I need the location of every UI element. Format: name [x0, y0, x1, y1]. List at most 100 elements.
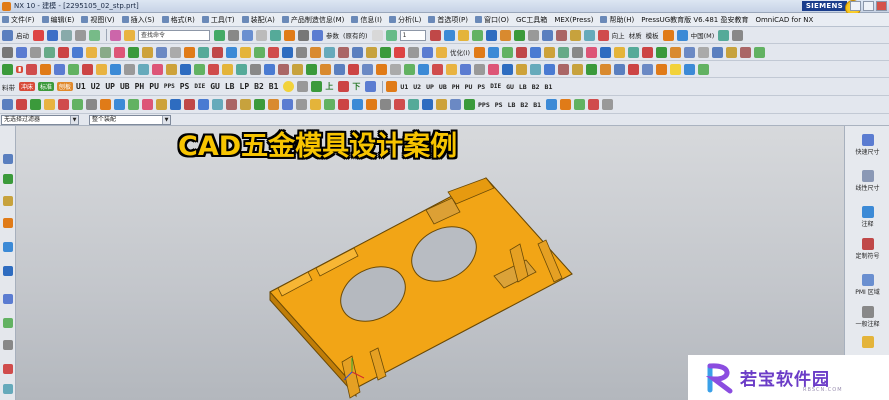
code-gu-b[interactable]: GU — [506, 83, 514, 91]
electrode-icon[interactable] — [394, 99, 405, 110]
assembly-navigator-icon[interactable] — [3, 174, 13, 184]
menu-pressug[interactable]: PressUG教育版 V6.481 盈安教育 — [641, 15, 748, 25]
pocket-cut-icon[interactable] — [296, 99, 307, 110]
fit-icon[interactable] — [485, 29, 497, 41]
bridge-icon[interactable] — [128, 46, 139, 58]
interference-icon[interactable] — [712, 46, 723, 58]
spline-icon[interactable] — [44, 46, 55, 58]
spring-icon[interactable] — [250, 63, 262, 75]
extrude-icon[interactable] — [312, 29, 323, 41]
code-ub[interactable]: UB — [120, 82, 130, 91]
sweep-icon[interactable] — [198, 46, 209, 58]
code-die[interactable]: DIE — [194, 83, 205, 90]
code-lb[interactable]: LB — [225, 82, 235, 91]
linear-dimension-button[interactable]: 线性尺寸 — [845, 170, 889, 192]
code-ps-c[interactable]: PS — [495, 101, 503, 109]
std-lib-icon[interactable] — [380, 99, 391, 110]
strip-part-icon[interactable] — [386, 81, 398, 92]
plate-setup-icon[interactable] — [2, 99, 13, 110]
shrink-icon[interactable] — [310, 99, 321, 110]
menu-edit[interactable]: 编辑(E) — [41, 15, 74, 25]
pmi-region-button[interactable]: PMI 区域 — [845, 274, 889, 296]
punch-chip[interactable]: 冲床 — [19, 82, 36, 91]
type-filter-select[interactable]: 无选择过滤器 ▼ — [1, 114, 79, 125]
nc-icon[interactable] — [418, 63, 430, 75]
analyze-icon[interactable] — [614, 46, 625, 58]
code-b2-b[interactable]: B2 — [532, 83, 540, 91]
menu-omnicad[interactable]: OmniCAD for NX — [755, 16, 813, 24]
project-icon[interactable] — [114, 46, 125, 58]
reflection-icon[interactable] — [656, 46, 667, 58]
close-part-icon[interactable] — [628, 63, 640, 75]
replace-face-icon[interactable] — [516, 46, 527, 58]
assembly-drawing-icon[interactable] — [450, 99, 461, 110]
up-label[interactable]: 向上 — [612, 30, 625, 40]
lower-die-icon[interactable] — [30, 99, 41, 110]
custom-symbol-button[interactable]: 定制符号 — [845, 238, 889, 260]
rapid-dimension-button[interactable]: 快速尺寸 — [845, 134, 889, 156]
code-ub-b[interactable]: UB — [439, 83, 447, 91]
code-ph-b[interactable]: PH — [452, 83, 460, 91]
code-pps-c[interactable]: PPS — [478, 101, 490, 109]
strip-layout-icon[interactable] — [2, 63, 13, 75]
record-icon[interactable] — [33, 29, 44, 41]
sketch-icon[interactable] — [298, 29, 309, 41]
gear-icon[interactable] — [86, 99, 97, 110]
pattern-icon[interactable] — [282, 46, 293, 58]
help-navigator-icon[interactable] — [3, 384, 13, 394]
show-icon[interactable] — [569, 29, 581, 41]
menu-info[interactable]: 信息(I) — [351, 15, 382, 25]
thickness-icon[interactable] — [698, 46, 709, 58]
arc-tool-icon[interactable] — [16, 46, 27, 58]
punch-holder-icon[interactable] — [194, 63, 206, 75]
guide-post-icon[interactable] — [236, 63, 248, 75]
line-icon[interactable] — [242, 29, 253, 41]
maximize-button[interactable] — [863, 1, 874, 11]
drawing-icon[interactable] — [376, 63, 388, 75]
sew-icon[interactable] — [408, 46, 419, 58]
r-icon[interactable] — [546, 99, 558, 110]
trim-icon[interactable] — [86, 46, 97, 58]
rename-icon[interactable] — [558, 63, 570, 75]
revolve-icon[interactable] — [184, 46, 195, 58]
chamfer-icon[interactable] — [72, 46, 83, 58]
unite-icon[interactable] — [310, 46, 321, 58]
copy-icon[interactable] — [89, 29, 100, 41]
code-u2-b[interactable]: U2 — [413, 83, 421, 91]
roles-icon[interactable] — [3, 340, 13, 350]
program-icon[interactable] — [530, 63, 542, 75]
code-b2[interactable]: B2 — [254, 82, 264, 91]
flip-icon[interactable] — [365, 81, 377, 92]
mold-icon[interactable] — [662, 29, 674, 41]
hole-table-icon[interactable] — [390, 63, 402, 75]
edge-icon[interactable] — [457, 29, 469, 41]
insert-block-icon[interactable] — [222, 63, 234, 75]
plate-icon[interactable] — [676, 29, 688, 41]
parting-icon[interactable] — [282, 99, 293, 110]
grey-tool-icon[interactable] — [602, 99, 614, 110]
face-icon[interactable] — [443, 29, 455, 41]
system-scene-icon[interactable] — [3, 364, 13, 374]
sheet-icon[interactable] — [371, 29, 383, 41]
grid-icon[interactable] — [228, 29, 239, 41]
settings-icon[interactable] — [732, 29, 744, 41]
params-label[interactable]: 参数 — [326, 30, 339, 40]
code-pu-b[interactable]: PU — [465, 83, 473, 91]
o-ring-icon[interactable] — [283, 81, 295, 92]
material-label[interactable]: 材质 — [629, 30, 642, 40]
standard-chip[interactable]: 标准 — [38, 82, 55, 91]
optimize-label[interactable]: 优化(I) — [450, 47, 470, 57]
menu-window[interactable]: 窗口(O) — [475, 15, 509, 25]
measure-angle-icon[interactable] — [586, 46, 597, 58]
layer-icon[interactable] — [385, 29, 397, 41]
deviation-icon[interactable] — [642, 46, 653, 58]
split-icon[interactable] — [394, 46, 405, 58]
blend-icon[interactable] — [380, 46, 391, 58]
optimize-icon[interactable] — [474, 46, 485, 58]
code-lb-c[interactable]: LB — [508, 101, 516, 109]
pad-icon[interactable] — [254, 46, 265, 58]
minimize-button[interactable] — [850, 1, 861, 11]
helix-icon[interactable] — [156, 46, 167, 58]
menu-analysis[interactable]: 分析(L) — [388, 15, 421, 25]
pierce-icon[interactable] — [40, 63, 52, 75]
